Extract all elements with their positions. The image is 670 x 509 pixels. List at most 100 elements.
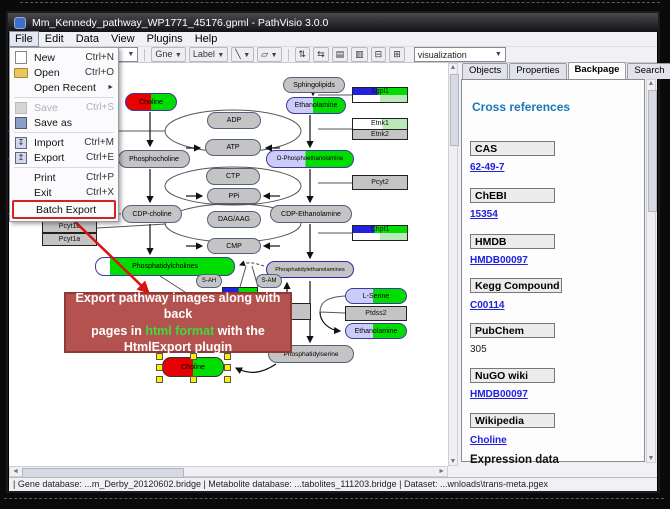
scroll-up-arrow[interactable]: ▲ bbox=[647, 80, 655, 87]
gene-tool-button[interactable]: Gne ▼ bbox=[151, 47, 185, 62]
xref-link-hmdb[interactable]: HMDB00097 bbox=[470, 255, 528, 266]
export-icon: ↥ bbox=[14, 152, 28, 163]
shape-tool-button[interactable]: ▱ ▼ bbox=[257, 47, 281, 62]
xref-header-pubchem: PubChem bbox=[470, 323, 555, 338]
gene-box-chpt1[interactable]: Chpt1 bbox=[352, 225, 408, 241]
menu-item-shortcut: Ctrl+S bbox=[86, 102, 114, 113]
node-cdp-choline[interactable]: CDP-choline bbox=[122, 205, 182, 223]
xref-link-nugo[interactable]: HMDB00097 bbox=[470, 389, 528, 400]
node-choline-top[interactable]: Choline bbox=[125, 93, 177, 111]
selection-handle[interactable] bbox=[224, 364, 231, 371]
gene-box-pcyt1a[interactable]: Pcyt1a bbox=[42, 233, 97, 246]
node-sah[interactable]: S-AH bbox=[196, 274, 222, 288]
xref-link-wikipedia[interactable]: Choline bbox=[470, 435, 507, 446]
gene-box-sgpl1[interactable]: Sgpl1 bbox=[352, 87, 408, 103]
import-icon: ↧ bbox=[14, 137, 28, 148]
node-ppi[interactable]: PPi bbox=[207, 188, 261, 204]
scroll-down-arrow[interactable]: ▼ bbox=[647, 455, 655, 462]
node-ethanolamine-top[interactable]: Ethanolamine bbox=[286, 97, 346, 114]
gene-box-etnk[interactable]: Etnk1 Etnk2 bbox=[352, 118, 408, 140]
node-cmp[interactable]: CMP bbox=[207, 238, 261, 254]
gene-expression-row bbox=[353, 233, 407, 240]
scroll-down-arrow[interactable]: ▼ bbox=[449, 458, 457, 465]
node-phosphocholine[interactable]: Phosphocholine bbox=[118, 150, 190, 168]
canvas-vertical-scrollbar[interactable]: ▲ ▼ bbox=[448, 63, 458, 466]
node-adp[interactable]: ADP bbox=[207, 112, 261, 129]
common-width-button[interactable]: ⊟ bbox=[371, 47, 387, 62]
selection-handle[interactable] bbox=[224, 376, 231, 383]
selection-handle[interactable] bbox=[156, 353, 163, 360]
screenshot-root: { "window": { "title": "Mm_Kennedy_pathw… bbox=[0, 0, 670, 509]
label-tool-button[interactable]: Label ▼ bbox=[189, 47, 228, 62]
common-height-button[interactable]: ⊞ bbox=[389, 47, 405, 62]
menu-item-label: Open bbox=[34, 67, 77, 79]
gene-box-pcyt2[interactable]: Pcyt2 bbox=[352, 175, 408, 190]
scrollbar-thumb[interactable] bbox=[450, 74, 459, 146]
file-menu-item-new[interactable]: New Ctrl+N bbox=[10, 50, 118, 65]
menu-item-shortcut: Ctrl+O bbox=[85, 67, 114, 78]
file-menu-item-exit[interactable]: Exit Ctrl+X bbox=[10, 185, 118, 200]
selection-handle[interactable] bbox=[190, 353, 197, 360]
xref-link-cas[interactable]: 62-49-7 bbox=[470, 162, 504, 173]
toolbar-separator bbox=[288, 49, 289, 61]
file-menu-item-import[interactable]: ↧ Import Ctrl+M bbox=[10, 135, 118, 150]
tab-properties[interactable]: Properties bbox=[509, 63, 566, 79]
file-menu-item-print[interactable]: Print Ctrl+P bbox=[10, 170, 118, 185]
tab-backpage[interactable]: Backpage bbox=[568, 62, 627, 79]
menu-data[interactable]: Data bbox=[70, 32, 105, 46]
menu-file[interactable]: File bbox=[9, 31, 39, 47]
selection-handle[interactable] bbox=[156, 376, 163, 383]
file-menu-item-batch-export[interactable]: Batch Export bbox=[12, 200, 116, 219]
file-menu-item-export[interactable]: ↥ Export Ctrl+E bbox=[10, 150, 118, 165]
scroll-up-arrow[interactable]: ▲ bbox=[449, 64, 457, 71]
node-dag-aag[interactable]: DAG/AAG bbox=[207, 211, 261, 228]
xref-link-kegg[interactable]: C00114 bbox=[470, 300, 504, 311]
menu-help[interactable]: Help bbox=[189, 32, 224, 46]
scroll-left-arrow[interactable]: ◄ bbox=[12, 468, 19, 475]
tab-search[interactable]: Search bbox=[627, 63, 670, 79]
menu-item-label: Save as bbox=[34, 117, 106, 129]
selection-handle[interactable] bbox=[190, 376, 197, 383]
align-center-button[interactable]: ⇅ bbox=[295, 47, 311, 62]
menu-edit[interactable]: Edit bbox=[39, 32, 70, 46]
file-menu-item-open-recent[interactable]: Open Recent ► bbox=[10, 80, 118, 95]
line-icon: ╲ bbox=[235, 49, 240, 59]
node-sphingolipids[interactable]: Sphingolipids bbox=[283, 77, 345, 93]
menu-separator bbox=[14, 167, 114, 168]
selection-handle[interactable] bbox=[224, 353, 231, 360]
visualization-value: visualization bbox=[418, 49, 467, 61]
file-menu-item-open[interactable]: Open Ctrl+O bbox=[10, 65, 118, 80]
selection-handle[interactable] bbox=[156, 364, 163, 371]
submenu-arrow-icon: ► bbox=[107, 84, 114, 91]
open-folder-icon bbox=[14, 67, 28, 78]
canvas-horizontal-scrollbar[interactable]: ◄ ► bbox=[9, 466, 448, 477]
node-choline-selected[interactable]: Choline bbox=[162, 357, 224, 377]
menu-view[interactable]: View bbox=[105, 32, 141, 46]
stack-horizontal-button[interactable]: ▥ bbox=[351, 47, 368, 62]
node-ctp[interactable]: CTP bbox=[206, 168, 260, 185]
scrollbar-thumb[interactable] bbox=[22, 468, 184, 478]
stack-vertical-button[interactable]: ▤ bbox=[332, 47, 349, 62]
gene-label: Pcyt1a bbox=[43, 234, 96, 245]
menu-plugins[interactable]: Plugins bbox=[141, 32, 189, 46]
node-l-serine[interactable]: L-Serine bbox=[345, 288, 407, 304]
node-atp[interactable]: ATP bbox=[205, 139, 261, 156]
scrollbar-thumb[interactable] bbox=[648, 90, 657, 212]
align-middle-button[interactable]: ⇆ bbox=[313, 47, 329, 62]
gene-box-ptdss2[interactable]: Ptdss2 bbox=[345, 306, 407, 321]
chevron-down-icon: ▼ bbox=[127, 49, 134, 61]
label-tool-label: Label bbox=[193, 49, 215, 59]
node-ethanolamine-bottom[interactable]: Ethanolamine bbox=[345, 323, 407, 339]
visualization-combobox[interactable]: visualization ▼ bbox=[414, 47, 506, 62]
menu-item-spacer bbox=[14, 187, 28, 198]
panel-vertical-scrollbar[interactable]: ▲ ▼ bbox=[646, 79, 656, 463]
file-menu-item-save-as[interactable]: Save as bbox=[10, 115, 118, 130]
title-bar[interactable]: Mm_Kennedy_pathway_WP1771_45176.gpml - P… bbox=[8, 13, 658, 32]
node-o-phosphoethanolamine[interactable]: O-Phosphoethanolamine bbox=[266, 150, 354, 168]
node-cdp-ethanolamine[interactable]: CDP-Ethanolamine bbox=[270, 205, 352, 223]
xref-link-chebi[interactable]: 15354 bbox=[470, 209, 498, 220]
tab-objects[interactable]: Objects bbox=[462, 63, 508, 79]
node-sam[interactable]: S-AM bbox=[256, 274, 282, 288]
scroll-right-arrow[interactable]: ► bbox=[438, 468, 445, 475]
line-tool-button[interactable]: ╲ ▼ bbox=[231, 47, 254, 62]
